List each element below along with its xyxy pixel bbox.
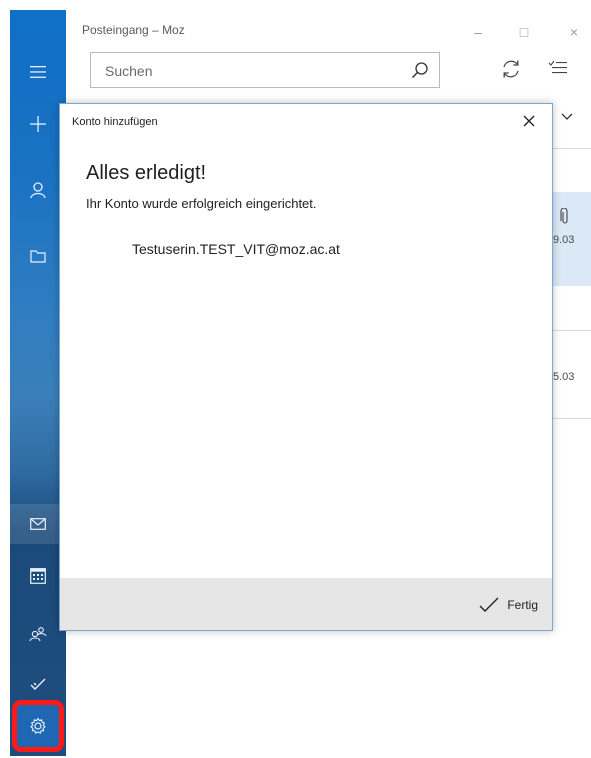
search-input[interactable]: Suchen — [90, 52, 440, 88]
account-email: Testuserin.TEST_VIT@moz.ac.at — [132, 241, 340, 257]
settings-button[interactable] — [12, 700, 64, 752]
mail-icon — [30, 518, 46, 530]
attachment-icon — [560, 208, 568, 224]
accounts-button[interactable] — [10, 170, 66, 210]
account-icon — [30, 182, 46, 199]
plus-icon — [30, 116, 46, 132]
calendar-icon — [30, 568, 46, 584]
folders-button[interactable] — [10, 236, 66, 276]
people-icon — [29, 627, 47, 642]
dialog-footer: Fertig — [60, 578, 552, 630]
list-divider — [553, 418, 591, 419]
list-divider — [553, 330, 591, 331]
search-icon[interactable] — [411, 61, 429, 79]
list-divider — [553, 148, 591, 149]
chevron-down-icon[interactable] — [560, 112, 574, 122]
folder-icon — [30, 250, 46, 263]
done-button[interactable]: Fertig — [479, 594, 538, 616]
list-item-date: 9.03 — [553, 234, 575, 246]
add-account-dialog: Konto hinzufügen Alles erledigt! Ihr Kon… — [59, 103, 553, 631]
left-rail — [10, 10, 66, 756]
checkmark-icon — [30, 678, 46, 690]
settings-icon — [30, 717, 46, 734]
menu-button[interactable] — [10, 52, 66, 92]
filter-list-icon[interactable] — [548, 60, 568, 76]
done-label: Fertig — [507, 598, 538, 612]
new-mail-button[interactable] — [10, 104, 66, 144]
minimize-button[interactable]: – — [464, 20, 492, 44]
list-item-date: 5.03 — [553, 371, 575, 383]
close-window-button[interactable]: × — [560, 20, 588, 44]
close-icon — [523, 115, 535, 127]
todo-button[interactable] — [10, 664, 66, 704]
dialog-close-button[interactable] — [518, 110, 540, 132]
search-placeholder: Suchen — [105, 63, 153, 79]
title-bar: Posteingang – Moz – □ × — [66, 10, 591, 48]
checkmark-icon — [479, 597, 499, 612]
menu-icon — [30, 66, 46, 78]
window-title: Posteingang – Moz — [82, 23, 185, 37]
sync-icon[interactable] — [500, 58, 522, 80]
dialog-heading: Alles erledigt! — [86, 162, 207, 184]
maximize-button[interactable]: □ — [510, 20, 538, 44]
dialog-title: Konto hinzufügen — [72, 116, 158, 128]
mail-button[interactable] — [10, 504, 66, 544]
dialog-subtitle: Ihr Konto wurde erfolgreich eingerichtet… — [86, 196, 317, 211]
calendar-button[interactable] — [10, 556, 66, 596]
people-button[interactable] — [10, 614, 66, 654]
